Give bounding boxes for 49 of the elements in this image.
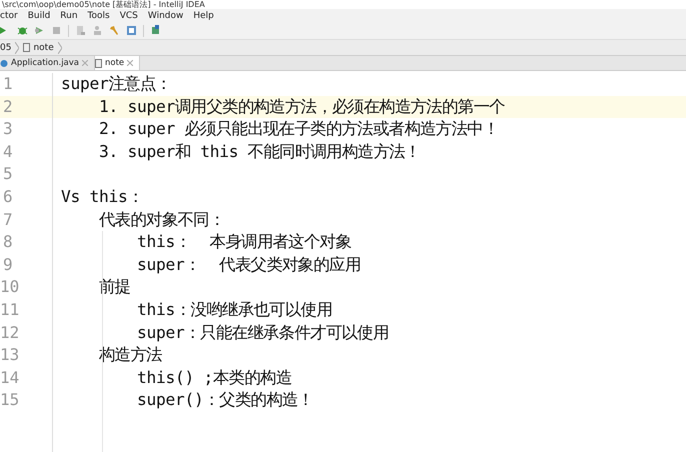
window-title: \src\com\oop\demo05\note [基础语法] - IntelliJ IDEA: [2, 0, 205, 9]
code-line: this： 本身调用者这个对象: [136, 231, 352, 254]
close-icon[interactable]: [82, 60, 88, 66]
line-number: 10: [0, 276, 20, 298]
editor-tab[interactable]: Application.java: [0, 56, 96, 70]
line-number: 15: [0, 389, 20, 412]
file-icon: [95, 58, 102, 68]
code-line: Vs this：: [61, 186, 144, 208]
menu-item[interactable]: ctor: [0, 10, 18, 20]
stop-icon[interactable]: [51, 25, 62, 36]
menu-item[interactable]: Tools: [88, 10, 110, 20]
close-icon[interactable]: [127, 60, 134, 66]
code-line: this() ;本类的构造: [136, 366, 292, 389]
menu-item[interactable]: Help: [193, 10, 214, 20]
menu-item[interactable]: Build: [28, 10, 50, 20]
code-line: super注意点：: [61, 73, 172, 95]
line-number: 3: [2, 118, 14, 140]
line-number: 9: [2, 254, 14, 276]
person-icon[interactable]: [92, 25, 103, 36]
chevron-icon: [58, 42, 62, 54]
line-number: 7: [2, 208, 14, 231]
line-number: 8: [2, 231, 14, 254]
menu-item[interactable]: VCS: [120, 10, 138, 20]
file-icon: [23, 43, 30, 52]
line-number: 14: [0, 366, 20, 389]
breadcrumb-label[interactable]: 05: [0, 42, 12, 52]
line-number: 5: [2, 163, 14, 186]
bug-icon[interactable]: [17, 25, 28, 36]
code-line: super：只能在继承条件才可以使用: [136, 322, 389, 344]
line-number: 1: [2, 73, 14, 95]
line-number: 6: [2, 186, 14, 208]
line-number: 2: [0, 96, 52, 118]
class-icon: [0, 58, 8, 68]
line-number: 12: [0, 322, 20, 344]
code-line: 2. super 必须只能出现在子类的方法或者构造方法中！: [98, 118, 499, 140]
menu-item[interactable]: Run: [60, 10, 78, 20]
code-line: 3. super和 this 不能同时调用构造方法！: [98, 140, 420, 163]
menu-item[interactable]: Window: [148, 10, 184, 20]
line-number: 13: [0, 344, 20, 366]
code-line: super()：父类的构造！: [136, 389, 314, 412]
code-line: this：没哟继承也可以使用: [136, 298, 332, 321]
line-number: 11: [0, 298, 20, 321]
code-line: super： 代表父类对象的应用: [136, 254, 361, 276]
code-line: 代表的对象不同：: [98, 208, 225, 231]
line-number: 4: [2, 140, 14, 163]
chevron-icon: [15, 42, 20, 54]
code-line: 1. super调用父类的构造方法，必须在构造方法的第一个: [98, 96, 505, 118]
editor-tab[interactable]: note: [95, 56, 140, 70]
breadcrumb-label[interactable]: note: [33, 42, 54, 52]
